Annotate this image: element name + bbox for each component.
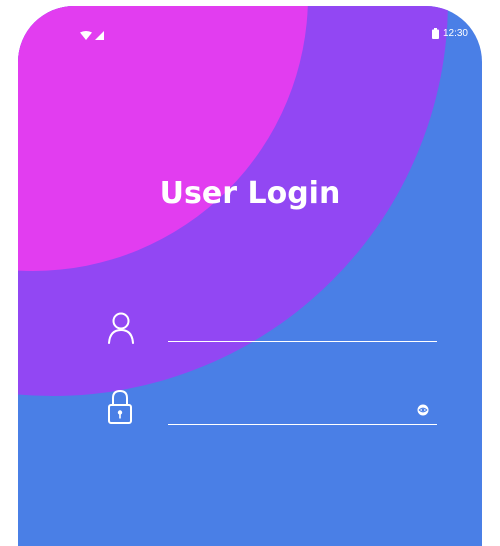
page-title: User Login <box>159 176 341 211</box>
login-screen: 12:30 User Login <box>18 6 482 546</box>
username-input[interactable] <box>168 313 437 341</box>
wifi-icon <box>80 31 92 40</box>
wifi-signal-icons <box>80 31 104 40</box>
lock-icon <box>108 389 132 424</box>
status-time: 12:30 <box>442 28 468 39</box>
show-password-icon[interactable] <box>417 404 429 416</box>
user-icon <box>108 312 134 344</box>
username-field[interactable] <box>168 313 437 342</box>
password-field[interactable] <box>168 396 437 425</box>
signal-icon <box>95 31 104 40</box>
status-bar: 12:30 <box>18 6 482 40</box>
password-input[interactable] <box>168 396 437 424</box>
status-right: 12:30 <box>431 28 468 39</box>
status-left-icons <box>80 28 106 46</box>
battery-icon <box>431 28 439 39</box>
